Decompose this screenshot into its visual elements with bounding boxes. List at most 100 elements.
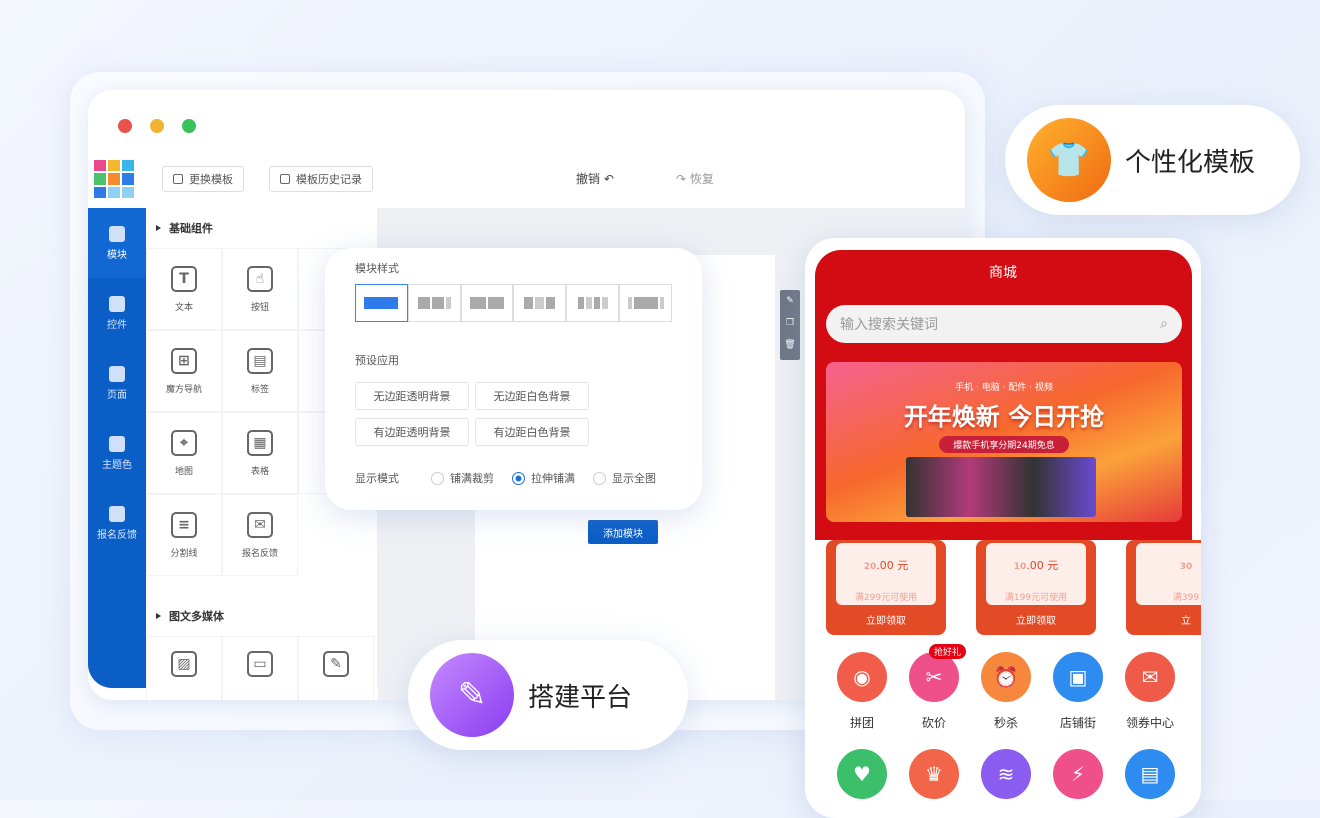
radio-show-all[interactable]: 显示全图 <box>593 470 656 486</box>
style-option-3[interactable] <box>460 284 514 322</box>
style-options <box>355 284 672 322</box>
close-dot[interactable] <box>118 119 132 133</box>
template-icon <box>173 174 183 184</box>
copy-icon[interactable]: ❐ <box>780 312 800 334</box>
component-item[interactable]: ⊞ 魔方导航 <box>146 330 222 412</box>
coupon[interactable]: 30 满399 立 <box>1126 540 1201 635</box>
component-icon: ≡ <box>171 511 197 538</box>
component-item[interactable]: ✉ 报名反馈 <box>222 494 298 576</box>
component-item[interactable]: T 文本 <box>146 248 222 330</box>
component-icon: ✉ <box>247 511 273 538</box>
undo-icon: ↶ <box>603 172 614 186</box>
template-badge: 👕 个性化模板 <box>1005 105 1300 215</box>
nav-item[interactable]: ▣ 店铺街 <box>1043 652 1113 731</box>
sidebar: 模块 控件 页面 主题色 报名反馈 <box>88 208 146 688</box>
sidebar-item-module[interactable]: 模块 <box>88 208 146 278</box>
sidebar-item-theme[interactable]: 主题色 <box>88 418 146 488</box>
component-icon: ▤ <box>247 347 273 374</box>
media-component-item[interactable]: ✎ <box>298 636 374 700</box>
media-component-item[interactable]: ▨ <box>146 636 222 700</box>
preset-button[interactable]: 无边距透明背景 <box>355 382 469 410</box>
media-component-item[interactable]: ▭ <box>222 636 298 700</box>
widget-icon <box>109 295 125 312</box>
component-item[interactable]: ▦ 表格 <box>222 412 298 494</box>
sidebar-item-feedback[interactable]: 报名反馈 <box>88 488 146 558</box>
product-image <box>906 457 1096 517</box>
module-settings-popup: 模块样式 预设应用 无边距透明背景 无边距白色背景 有边距透明背景 有边距白色背景 … <box>325 248 702 510</box>
component-item[interactable]: ⌖ 地图 <box>146 412 222 494</box>
shop-title: 商城 <box>989 265 1017 281</box>
style-option-5[interactable] <box>566 284 620 322</box>
style-option-4[interactable] <box>513 284 567 322</box>
promo-banner[interactable]: 手机 · 电脑 · 配件 · 视频 开年焕新 今日开抢 爆款手机享分期24期免息 <box>826 362 1182 522</box>
delete-icon[interactable]: 🗑 <box>780 334 800 356</box>
component-item[interactable]: ≡ 分割线 <box>146 494 222 576</box>
search-icon: ⌕ <box>1160 316 1168 332</box>
preset-label: 预设应用 <box>355 354 399 367</box>
style-option-1[interactable] <box>355 284 408 322</box>
nav-icon: ◉ <box>837 652 887 702</box>
style-option-6[interactable] <box>619 284 672 322</box>
promo-badge: 抢好礼 <box>929 644 967 659</box>
nav-item[interactable]: ▤ <box>1115 749 1185 811</box>
nav-item[interactable]: ✂ 砍价 抢好礼 <box>899 644 969 731</box>
section-basic[interactable]: 基础组件 <box>146 208 377 248</box>
style-option-2[interactable] <box>407 284 461 322</box>
media-icon: ▭ <box>247 651 273 677</box>
section-media[interactable]: 图文多媒体 <box>146 596 377 636</box>
sidebar-item-page[interactable]: 页面 <box>88 348 146 418</box>
undo-button[interactable]: 撤销 ↶ <box>576 170 614 187</box>
nav-icon: ✉ <box>1125 652 1175 702</box>
module-tools: ✎ ❐ 🗑 <box>780 290 800 360</box>
redo-button[interactable]: ↷ 恢复 <box>676 170 714 187</box>
preset-button[interactable]: 有边距白色背景 <box>475 418 589 446</box>
platform-badge: ✎ 搭建平台 <box>408 640 688 750</box>
redo-icon: ↷ <box>676 172 687 186</box>
maximize-dot[interactable] <box>182 119 196 133</box>
tshirt-icon: 👕 <box>1027 118 1111 202</box>
nav-item[interactable]: ✉ 领券中心 <box>1115 652 1185 731</box>
add-module-button[interactable]: 添加模块 <box>588 520 658 544</box>
radio-stretch[interactable]: 拉伸铺满 <box>512 470 575 486</box>
nav-item[interactable]: ◉ 拼团 <box>827 652 897 731</box>
coupon[interactable]: 10.00 元满199元可使用 立即领取 <box>976 540 1096 635</box>
component-icon: ▦ <box>247 429 273 456</box>
nav-item[interactable]: ≋ <box>971 749 1041 811</box>
page-icon <box>109 365 125 382</box>
component-icon: ⊞ <box>171 347 197 374</box>
preset-button[interactable]: 无边距白色背景 <box>475 382 589 410</box>
component-item[interactable]: ▤ 标签 <box>222 330 298 412</box>
style-label: 模块样式 <box>355 262 399 275</box>
nav-item[interactable]: ♛ <box>899 749 969 811</box>
component-icon: ☝ <box>247 265 273 292</box>
nav-icon: ▣ <box>1053 652 1103 702</box>
nav-icon: ⏰ <box>981 652 1031 702</box>
nav-item[interactable]: ⏰ 秒杀 <box>971 652 1041 731</box>
coupon[interactable]: 20.00 元满299元可使用 立即领取 <box>826 540 946 635</box>
nav-item[interactable]: ♥ <box>827 749 897 811</box>
preset-button[interactable]: 有边距透明背景 <box>355 418 469 446</box>
display-mode-label: 显示模式 <box>355 472 399 485</box>
template-history-button[interactable]: 模板历史记录 <box>269 166 373 192</box>
claim-button[interactable]: 立即领取 <box>826 612 946 627</box>
nav-item[interactable]: ⚡ <box>1043 749 1113 811</box>
sidebar-item-widget[interactable]: 控件 <box>88 278 146 348</box>
nav-icon: ♛ <box>909 749 959 799</box>
nav-icon: ▤ <box>1125 749 1175 799</box>
nav-icon: ≋ <box>981 749 1031 799</box>
claim-button[interactable]: 立即领取 <box>976 612 1096 627</box>
claim-button[interactable]: 立 <box>1126 612 1201 627</box>
radio-fill-crop[interactable]: 铺满裁剪 <box>431 470 494 486</box>
app-logo <box>94 160 134 198</box>
chart-icon <box>109 505 125 522</box>
edit-icon[interactable]: ✎ <box>780 290 800 312</box>
nav-icon: ✂ <box>909 652 959 702</box>
module-icon <box>109 225 125 242</box>
minimize-dot[interactable] <box>150 119 164 133</box>
nav-icon: ♥ <box>837 749 887 799</box>
nav-icon: ⚡ <box>1053 749 1103 799</box>
component-item[interactable]: ☝ 按钮 <box>222 248 298 330</box>
search-input[interactable]: 输入搜索关键词 ⌕ <box>826 305 1182 343</box>
change-template-button[interactable]: 更换模板 <box>162 166 244 192</box>
history-icon <box>280 174 290 184</box>
